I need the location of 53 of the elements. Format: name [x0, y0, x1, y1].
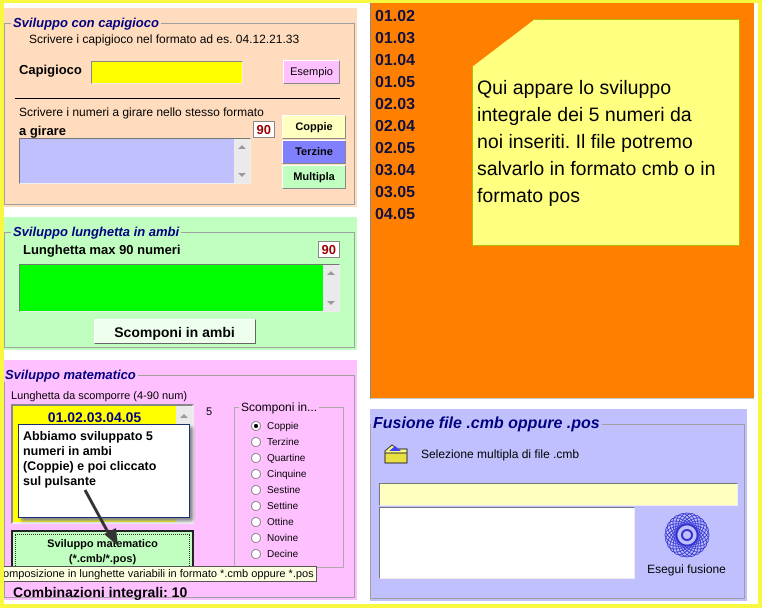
radio-option[interactable]: Coppie — [251, 418, 343, 434]
type-button[interactable]: Terzine — [282, 140, 346, 164]
merge-button[interactable]: Esegui fusione — [635, 506, 738, 579]
section-title: Sviluppo con capigioco — [12, 16, 160, 30]
numbers-field[interactable] — [19, 264, 340, 312]
select-label: Selezione multipla di file .cmb — [421, 447, 580, 461]
radio-option[interactable]: Cinquine — [251, 466, 343, 482]
radio-option[interactable]: Sestine — [251, 482, 343, 498]
radio-option[interactable]: Ottine — [251, 514, 343, 530]
result-item: 01.04 — [375, 51, 416, 71]
result-item: 01.02 — [375, 7, 416, 27]
list-item[interactable]: 01.02.03.04.05 — [13, 409, 176, 425]
result-item: 02.03 — [375, 95, 416, 115]
result-item: 02.05 — [375, 139, 416, 159]
callout-tooltip: Abbiamo sviluppato 5 numeri in ambi (Coppie) e poi cliccato sul pulsante — [18, 424, 190, 518]
section-title: Sviluppo matematico — [4, 368, 137, 382]
radio-option[interactable]: Quartine — [251, 450, 343, 466]
scrollbar[interactable] — [234, 139, 250, 183]
girare-label: a girare — [19, 123, 66, 138]
scrollbar[interactable] — [323, 265, 339, 311]
split-button[interactable]: Scomponi in ambi — [94, 319, 256, 344]
result-item: 02.04 — [375, 117, 416, 137]
combinations-text: Combinazioni integrali: 10 — [13, 584, 188, 600]
length-label: Lunghetta max 90 numeri — [23, 242, 180, 257]
group-title: Scomponi in... — [240, 400, 318, 414]
type-button[interactable]: Coppie — [282, 115, 346, 139]
capigioco-label: Capigioco — [19, 62, 83, 76]
note-text: Qui appare lo sviluppo integrale dei 5 numeri da noi inseriti. Il file potremo salvarlo in formato cmb o in formato pos — [477, 76, 716, 209]
radio-option[interactable]: Decine — [251, 546, 343, 562]
numbers-field[interactable] — [19, 138, 251, 184]
type-button[interactable]: Multipla — [282, 165, 346, 189]
hint-text: Scrivere i numeri a girare nello stesso formato — [19, 105, 265, 119]
capigioco-field[interactable] — [91, 60, 243, 84]
result-item: 03.05 — [375, 183, 416, 203]
counter: 90 — [318, 241, 340, 258]
radio-option[interactable]: Settine — [251, 498, 343, 514]
counter: 90 — [252, 121, 275, 138]
result-item: 01.05 — [375, 73, 416, 93]
result-item: 01.03 — [375, 29, 416, 49]
hint-text: Scrivere i capigioco nel formato ad es. 04.12.21.33 — [29, 32, 300, 46]
length-label: Lunghetta da scomporre (4-90 num) — [11, 390, 188, 402]
folder-icon[interactable] — [383, 443, 409, 465]
section-title: Fusione file .cmb oppure .pos — [372, 417, 601, 431]
result-item: 04.05 — [375, 205, 416, 225]
section-title: Sviluppo lunghetta in ambi — [12, 225, 180, 239]
path-field[interactable] — [379, 483, 738, 506]
spiral-icon — [662, 512, 712, 558]
count-text: 5 — [206, 406, 212, 418]
radio-option[interactable]: Novine — [251, 530, 343, 546]
radio-option[interactable]: Terzine — [251, 434, 343, 450]
example-button[interactable]: Esempio — [283, 60, 340, 84]
result-item: 03.04 — [375, 161, 416, 181]
numbers-list[interactable]: 01.02.03.04.05 Abbiamo sviluppato 5 numeri in ambi (Coppie) e poi cliccato sul pulsante — [11, 404, 194, 524]
